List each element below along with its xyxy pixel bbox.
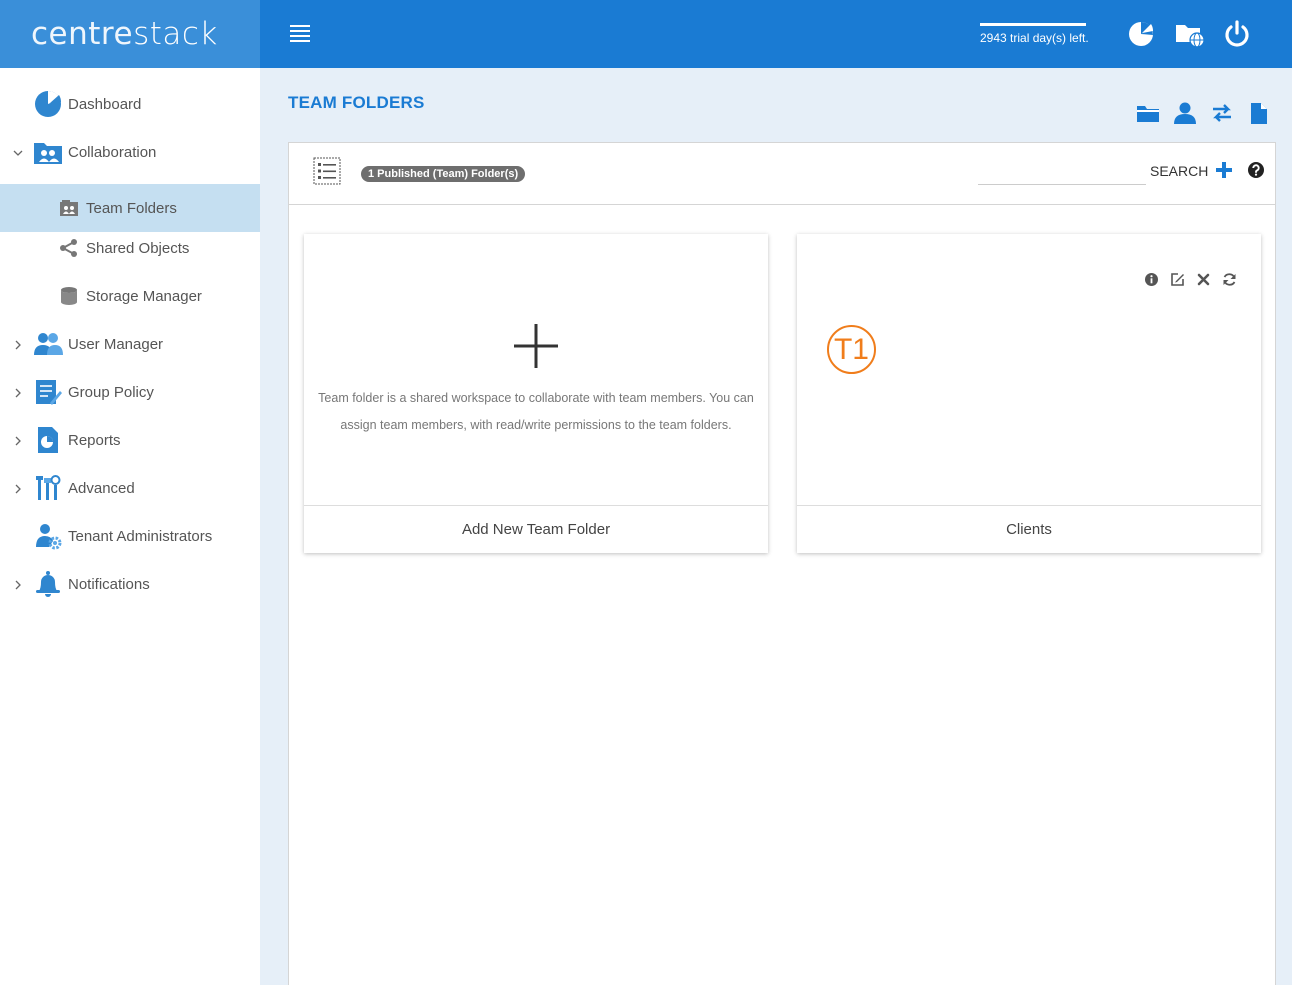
plus-icon[interactable] — [512, 322, 560, 370]
document-icon[interactable] — [1247, 101, 1271, 125]
policy-document-icon — [33, 377, 63, 407]
sidebar: Dashboard Collaboration Team Folders Sha… — [0, 68, 260, 985]
power-icon[interactable] — [1222, 19, 1252, 49]
team-folder-card[interactable]: T1 Clients — [797, 234, 1261, 553]
info-icon[interactable] — [1144, 272, 1159, 287]
team-folder-description: Team folder is a shared workspace to col… — [318, 391, 754, 432]
folder-icon[interactable] — [1136, 101, 1160, 125]
sidebar-item-label: Shared Objects — [86, 239, 190, 257]
sidebar-item-shared-objects[interactable]: Shared Objects — [0, 224, 260, 272]
sidebar-item-reports[interactable]: Reports — [0, 416, 260, 464]
chevron-down-icon[interactable] — [12, 146, 24, 158]
add-new-team-folder-button[interactable]: Add New Team Folder — [304, 505, 768, 553]
transfer-arrows-icon[interactable] — [1210, 101, 1234, 125]
logo-text-part2: stack — [133, 16, 218, 52]
top-bar: 2943 trial day(s) left. — [260, 0, 1292, 68]
sidebar-item-label: Notifications — [68, 575, 150, 593]
chevron-right-icon[interactable] — [12, 482, 24, 494]
logo[interactable]: centrestack — [0, 0, 260, 68]
sidebar-item-label: Dashboard — [68, 95, 142, 113]
admin-user-gear-icon — [33, 521, 63, 551]
sidebar-item-tenant-administrators[interactable]: Tenant Administrators — [0, 512, 260, 560]
collaboration-icon — [33, 137, 63, 167]
search-input[interactable] — [978, 159, 1146, 183]
list-view-icon[interactable] — [313, 157, 341, 185]
help-icon[interactable] — [1247, 161, 1265, 179]
sidebar-item-group-policy[interactable]: Group Policy — [0, 368, 260, 416]
database-icon — [58, 285, 80, 307]
sidebar-item-label: Tenant Administrators — [68, 527, 213, 545]
chevron-right-icon[interactable] — [12, 386, 24, 398]
user-icon[interactable] — [1173, 101, 1197, 125]
folder-count-badge: 1 Published (Team) Folder(s) — [361, 166, 526, 182]
sidebar-item-advanced[interactable]: Advanced — [0, 464, 260, 512]
sidebar-item-notifications[interactable]: Notifications — [0, 560, 260, 608]
sidebar-item-label: Collaboration — [68, 143, 157, 161]
share-icon — [58, 237, 80, 259]
users-icon — [33, 329, 63, 359]
sidebar-item-user-manager[interactable]: User Manager — [0, 320, 260, 368]
tools-icon — [33, 473, 63, 503]
edit-icon[interactable] — [1170, 272, 1185, 287]
bell-icon — [33, 569, 63, 599]
trial-text: 2943 trial day(s) left. — [980, 31, 1089, 45]
chevron-right-icon[interactable] — [12, 578, 24, 590]
refresh-icon[interactable] — [1222, 272, 1237, 287]
add-icon[interactable] — [1215, 161, 1233, 179]
dashboard-pie-icon[interactable] — [1126, 19, 1156, 49]
sidebar-item-label: Reports — [68, 431, 121, 449]
trial-indicator: 2943 trial day(s) left. — [980, 23, 1090, 45]
folder-name[interactable]: Clients — [797, 505, 1261, 553]
report-icon — [33, 425, 63, 455]
sidebar-item-label: Group Policy — [68, 383, 154, 401]
logo-text-part1: centre — [31, 16, 134, 52]
search-underline — [978, 184, 1146, 185]
menu-toggle-icon[interactable] — [290, 25, 310, 42]
sidebar-item-label: Storage Manager — [86, 287, 202, 305]
chevron-right-icon[interactable] — [12, 338, 24, 350]
dashboard-icon — [33, 89, 63, 119]
add-team-folder-card[interactable]: Team folder is a shared workspace to col… — [304, 234, 768, 553]
delete-icon[interactable] — [1196, 272, 1211, 287]
search-button[interactable]: SEARCH — [1150, 163, 1208, 179]
sidebar-item-label: User Manager — [68, 335, 164, 353]
panel-toolbar: 1 Published (Team) Folder(s) SEARCH — [289, 143, 1275, 205]
sidebar-item-label: Advanced — [68, 479, 135, 497]
chevron-right-icon[interactable] — [12, 434, 24, 446]
trial-progress-bar — [980, 23, 1086, 26]
team-folder-icon — [58, 197, 80, 219]
sidebar-item-label: Team Folders — [86, 199, 177, 217]
folder-avatar: T1 — [827, 325, 876, 374]
card-actions — [1144, 272, 1237, 287]
page-title: TEAM FOLDERS — [288, 93, 425, 112]
folder-globe-icon[interactable] — [1174, 19, 1205, 49]
sidebar-item-storage-manager[interactable]: Storage Manager — [0, 272, 260, 320]
sidebar-item-dashboard[interactable]: Dashboard — [0, 80, 260, 128]
sidebar-item-collaboration[interactable]: Collaboration — [0, 128, 260, 176]
